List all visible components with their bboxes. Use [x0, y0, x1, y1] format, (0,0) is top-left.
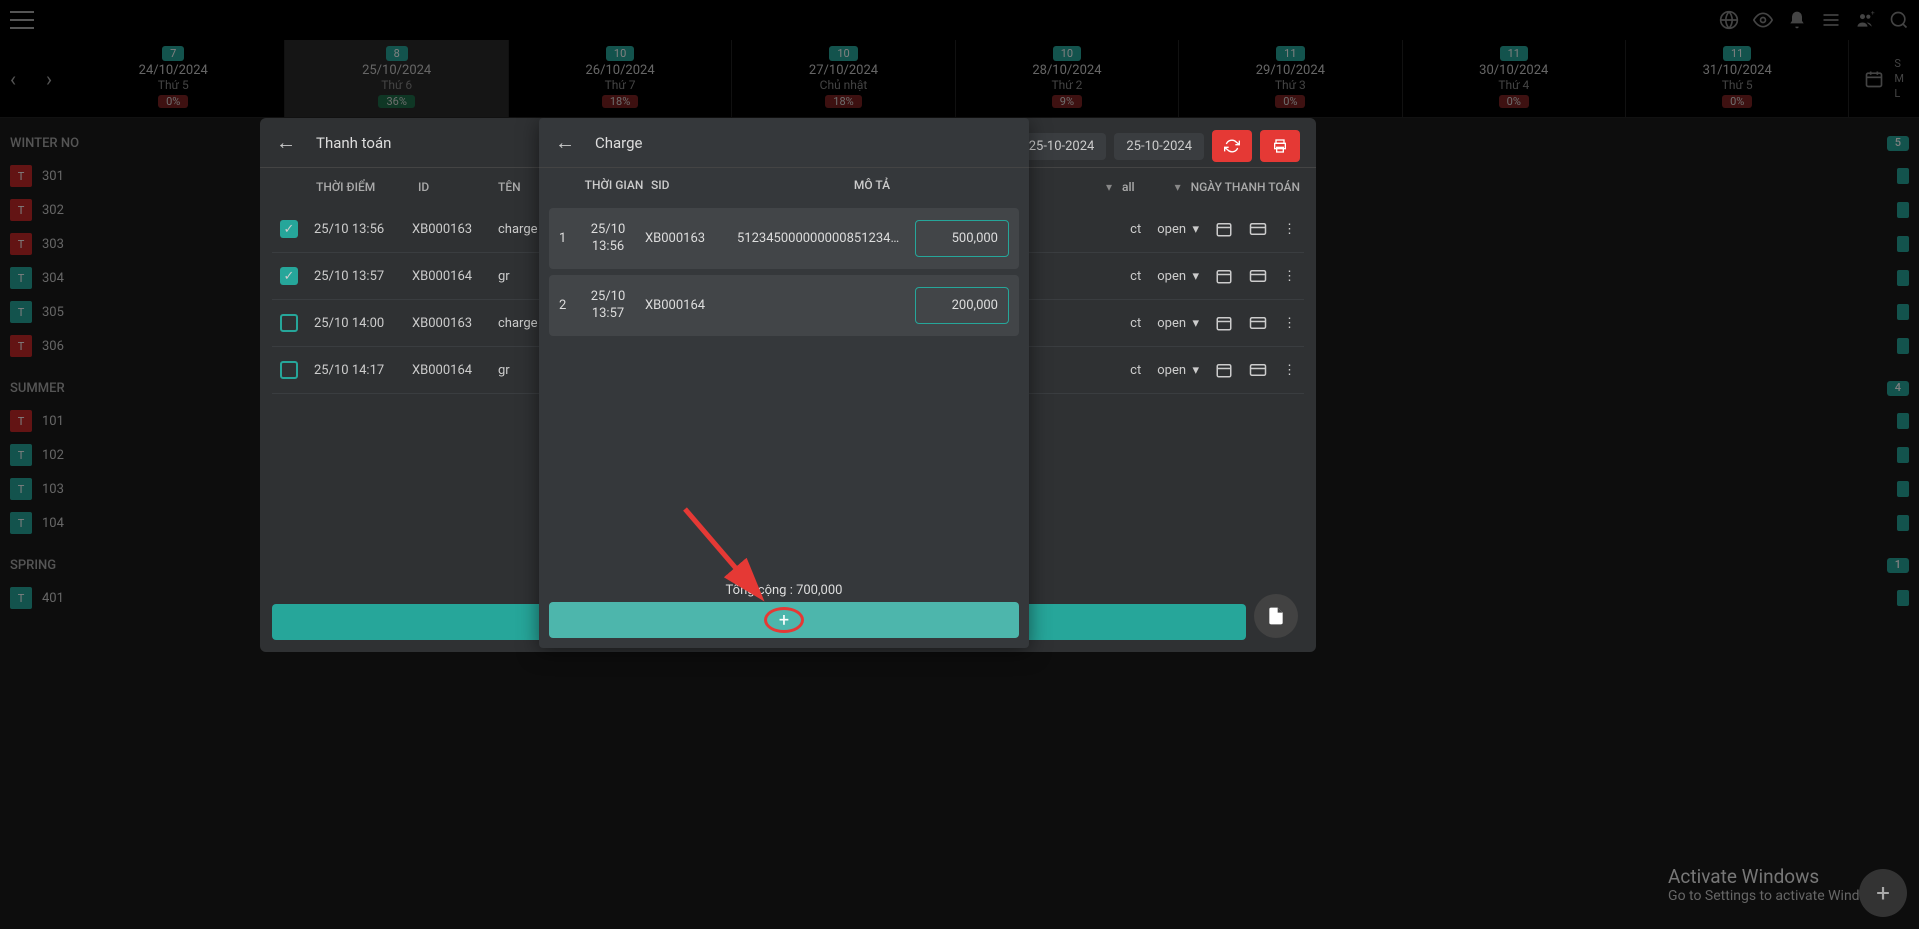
row-id: XB000163 [412, 222, 482, 237]
plus-icon: + [764, 607, 804, 633]
row-id: XB000164 [412, 269, 482, 284]
activate-windows-watermark: Activate Windows Go to Settings to activ… [1668, 865, 1889, 904]
charge-time: 25/1013:57 [583, 289, 633, 323]
print-button[interactable] [1260, 130, 1300, 162]
card-icon[interactable] [1249, 220, 1267, 238]
charge-amount-input[interactable]: 200,000 [915, 287, 1009, 324]
row-checkbox[interactable]: ✓ [280, 267, 298, 285]
more-icon[interactable]: ⋮ [1283, 222, 1296, 237]
calendar-icon[interactable] [1215, 267, 1233, 285]
row-time: 25/10 14:00 [314, 316, 396, 331]
charge-title: Charge [595, 134, 643, 152]
row-end[interactable]: ct [1130, 222, 1141, 237]
filter-all[interactable]: all [1122, 180, 1135, 194]
main-fab[interactable]: + [1859, 869, 1907, 917]
more-icon[interactable]: ⋮ [1283, 269, 1296, 284]
date-to-chip[interactable]: 25-10-2024 [1114, 133, 1204, 160]
charge-amount-input[interactable]: 500,000 [915, 220, 1009, 257]
charge-idx: 2 [559, 298, 571, 313]
row-checkbox[interactable] [280, 361, 298, 379]
row-end[interactable]: ct [1130, 363, 1141, 378]
date-from-chip[interactable]: 25-10-2024 [1017, 133, 1107, 160]
refresh-button[interactable] [1212, 130, 1252, 162]
calendar-icon[interactable] [1215, 361, 1233, 379]
row-time: 25/10 14:17 [314, 363, 396, 378]
col-id: ID [418, 180, 478, 194]
more-icon[interactable]: ⋮ [1283, 363, 1296, 378]
charge-idx: 1 [559, 231, 571, 246]
row-status[interactable]: open ▾ [1157, 269, 1199, 284]
charge-back-button[interactable]: ← [555, 130, 575, 155]
row-end[interactable]: ct [1130, 269, 1141, 284]
row-id: XB000163 [412, 316, 482, 331]
charge-add-button[interactable]: + [549, 602, 1019, 638]
charge-sid: XB000163 [645, 231, 725, 246]
card-icon[interactable] [1249, 314, 1267, 332]
row-checkbox[interactable] [280, 314, 298, 332]
row-time: 25/10 13:57 [314, 269, 396, 284]
more-icon[interactable]: ⋮ [1283, 316, 1296, 331]
charge-sid: XB000164 [645, 298, 725, 313]
col-charge-desc: MÔ TẢ [731, 178, 1013, 192]
charge-row[interactable]: 2 25/1013:57 XB000164 200,000 [549, 275, 1019, 336]
charge-desc: 51234500000000085123450000 [737, 231, 903, 246]
row-id: XB000164 [412, 363, 482, 378]
row-time: 25/10 13:56 [314, 222, 396, 237]
col-time: THỜI ĐIỂM [316, 180, 398, 194]
filter-payment-date[interactable]: NGÀY THANH TOÁN [1191, 180, 1300, 194]
row-status[interactable]: open ▾ [1157, 316, 1199, 331]
card-icon[interactable] [1249, 267, 1267, 285]
col-charge-time: THỜI GIAN [577, 178, 651, 192]
payment-title: Thanh toán [316, 134, 391, 152]
charge-row[interactable]: 1 25/1013:56 XB000163 512345000000000851… [549, 208, 1019, 269]
row-end[interactable]: ct [1130, 316, 1141, 331]
row-status[interactable]: open ▾ [1157, 222, 1199, 237]
document-fab[interactable] [1254, 594, 1298, 638]
charge-time: 25/1013:56 [583, 222, 633, 256]
card-icon[interactable] [1249, 361, 1267, 379]
calendar-icon[interactable] [1215, 314, 1233, 332]
calendar-icon[interactable] [1215, 220, 1233, 238]
row-status[interactable]: open ▾ [1157, 363, 1199, 378]
charge-panel: ← Charge THỜI GIAN SID MÔ TẢ 1 25/1013:5… [539, 118, 1029, 648]
row-checkbox[interactable]: ✓ [280, 220, 298, 238]
col-charge-sid: SID [651, 178, 731, 192]
charge-total: Tổng cộng : 700,000 [539, 583, 1029, 598]
payment-back-button[interactable]: ← [276, 130, 296, 155]
